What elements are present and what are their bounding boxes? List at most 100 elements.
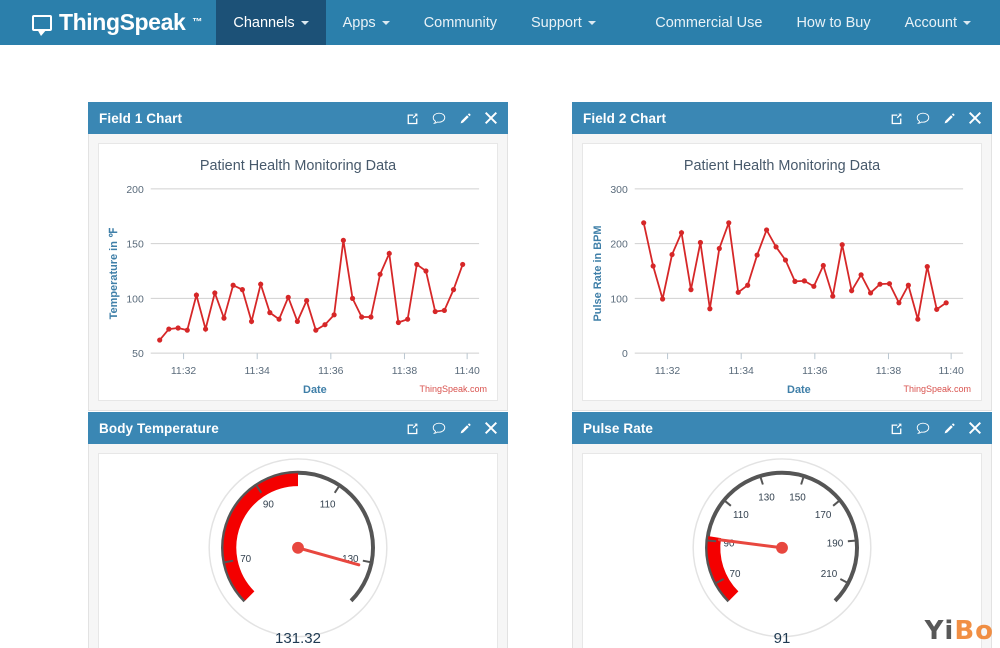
external-link-icon[interactable] xyxy=(890,112,903,125)
x-tick-label: 11:34 xyxy=(729,366,755,377)
series-point xyxy=(943,300,949,306)
series-point xyxy=(660,296,666,302)
series-point xyxy=(441,307,447,314)
series-point xyxy=(641,220,647,226)
series-line xyxy=(159,240,464,341)
series-point xyxy=(322,322,328,328)
chart-title: Patient Health Monitoring Data xyxy=(684,158,881,174)
external-link-icon[interactable] xyxy=(406,112,419,125)
gauge-tick xyxy=(847,539,857,543)
series-point xyxy=(849,288,855,294)
watermark: YiBo xyxy=(925,616,994,646)
nav-item-support[interactable]: Support xyxy=(514,0,613,45)
y-tick-label: 300 xyxy=(610,185,628,196)
external-link-icon[interactable] xyxy=(406,422,419,435)
series-point xyxy=(811,283,817,289)
series-point xyxy=(184,327,190,333)
y-tick-label: 50 xyxy=(132,349,144,360)
x-tick-label: 11:38 xyxy=(392,366,418,377)
panel-body: Patient Health Monitoring Data 200 150 1… xyxy=(88,134,508,411)
nav-item-commercial-use[interactable]: Commercial Use xyxy=(638,0,779,45)
gauge-tick-label: 190 xyxy=(827,538,844,549)
series-point xyxy=(193,292,199,298)
field-1-line-chart: Patient Health Monitoring Data 200 150 1… xyxy=(108,158,480,396)
series-point xyxy=(414,261,420,268)
series-point xyxy=(377,271,383,277)
x-tick-label: 11:34 xyxy=(245,366,271,377)
y-tick-label: 0 xyxy=(622,349,628,360)
nav-item-label: Account xyxy=(904,14,957,31)
gauge-hub xyxy=(776,541,788,554)
chevron-down-icon xyxy=(381,20,390,25)
gauge-container-pulse-rate: 7090110130150170190210 91 BPM xyxy=(582,453,982,648)
close-icon[interactable] xyxy=(969,112,981,124)
nav-item-how-to-buy[interactable]: How to Buy xyxy=(779,0,887,45)
brand-name: ThingSpeak xyxy=(59,9,186,35)
chart-title: Patient Health Monitoring Data xyxy=(200,158,397,174)
comment-icon[interactable] xyxy=(916,422,930,435)
series-point xyxy=(202,326,209,332)
gauge-tick-label: 90 xyxy=(263,499,274,510)
gauge-readout: 91 BPM xyxy=(583,630,981,648)
series-point xyxy=(432,308,438,315)
series-point xyxy=(157,337,163,343)
watermark-part-a: Yi xyxy=(924,616,955,646)
panel-toolbar xyxy=(406,112,497,125)
gauge-tick-label: 70 xyxy=(730,569,741,580)
y-tick-label: 200 xyxy=(610,240,628,251)
speech-bubble-icon xyxy=(32,14,52,36)
pulse-rate-gauge: 7090110130 150170190210 xyxy=(692,458,872,638)
pencil-icon[interactable] xyxy=(459,112,472,125)
x-tick-label: 11:36 xyxy=(802,366,828,377)
comment-icon[interactable] xyxy=(916,112,930,125)
panel-title: Pulse Rate xyxy=(583,420,654,436)
series-point xyxy=(792,278,798,284)
series-point xyxy=(221,315,227,321)
chevron-down-icon xyxy=(587,20,596,25)
panel-title: Field 2 Chart xyxy=(583,110,667,126)
top-navbar: ThingSpeak ™ Channels Apps Community Sup… xyxy=(0,0,1000,45)
gauge-tick-label: 150 xyxy=(789,493,806,504)
y-axis-title: Temperature in ℉ xyxy=(108,227,120,319)
series-point xyxy=(924,264,930,270)
secondary-nav: Commercial Use How to Buy Account xyxy=(638,0,1000,45)
nav-item-account[interactable]: Account xyxy=(888,0,988,45)
nav-item-apps[interactable]: Apps xyxy=(326,0,407,45)
panel-header: Field 2 Chart xyxy=(572,102,992,134)
nav-item-channels[interactable]: Channels xyxy=(216,0,326,45)
series-point xyxy=(166,326,172,332)
pencil-icon[interactable] xyxy=(943,112,956,125)
x-tick-label: 11:36 xyxy=(318,366,344,377)
series-point xyxy=(239,287,245,293)
pencil-icon[interactable] xyxy=(459,422,472,435)
nav-item-label: Support xyxy=(531,14,582,31)
series-point xyxy=(450,287,457,293)
field-2-line-chart: Patient Health Monitoring Data 300 200 1… xyxy=(592,158,964,396)
close-icon[interactable] xyxy=(485,112,497,124)
chevron-down-icon xyxy=(963,20,971,25)
thingspeak-logo[interactable]: ThingSpeak ™ xyxy=(0,0,216,45)
y-tick-label: 100 xyxy=(610,294,628,305)
series-point xyxy=(395,319,401,326)
comment-icon[interactable] xyxy=(432,112,446,125)
close-icon[interactable] xyxy=(969,422,981,434)
close-icon[interactable] xyxy=(485,422,497,434)
series-point xyxy=(915,316,921,322)
series-point xyxy=(896,300,902,306)
gauge-readout: 131.32 F xyxy=(99,630,497,648)
series-point xyxy=(801,278,807,284)
gauge-tick-label: 130 xyxy=(758,493,775,504)
nav-item-label: Community xyxy=(423,14,498,31)
series-point xyxy=(276,316,282,322)
panel-pulse-rate: Pulse Rate 70 90 110 130 150 170 190 210… xyxy=(572,412,992,648)
panel-body: Patient Health Monitoring Data 300 200 1… xyxy=(572,134,992,411)
comment-icon[interactable] xyxy=(432,422,446,435)
series-points xyxy=(157,237,466,343)
y-axis-title: Pulse Rate in BPM xyxy=(592,225,604,321)
pencil-icon[interactable] xyxy=(943,422,956,435)
external-link-icon[interactable] xyxy=(890,422,903,435)
panel-header: Pulse Rate xyxy=(572,412,992,444)
x-tick-label: 11:32 xyxy=(655,366,681,377)
series-point xyxy=(304,297,310,304)
nav-item-community[interactable]: Community xyxy=(407,0,514,45)
